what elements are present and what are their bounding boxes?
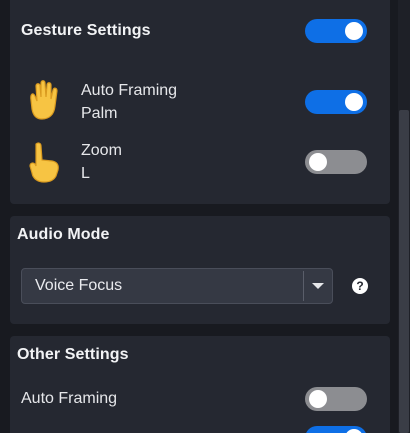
other-autoframing-label: Auto Framing: [21, 390, 118, 407]
gesture-settings-toggle[interactable]: [305, 19, 367, 43]
chevron-down-icon: [312, 283, 324, 289]
audio-mode-title: Audio Mode: [17, 226, 110, 243]
toggle-knob: [345, 429, 363, 433]
audio-mode-selected-value: Voice Focus: [35, 277, 123, 294]
gesture-item-autoframing-line1: Auto Framing: [81, 82, 178, 99]
settings-scroll-area: Gesture Settings Auto Framing Palm Zoom …: [0, 0, 398, 433]
other-autoframing-toggle[interactable]: [305, 387, 367, 411]
other-settings-title: Other Settings: [17, 346, 129, 363]
audio-mode-select[interactable]: Voice Focus: [21, 268, 333, 304]
toggle-knob: [309, 390, 327, 408]
toggle-knob: [345, 93, 363, 111]
help-icon[interactable]: ?: [352, 278, 368, 294]
gesture-item-zoom-line2: L: [81, 165, 90, 182]
gesture-autoframing-toggle[interactable]: [305, 90, 367, 114]
audio-mode-card: Audio Mode Voice Focus ?: [10, 216, 390, 324]
gesture-settings-title: Gesture Settings: [21, 22, 151, 39]
gesture-zoom-toggle[interactable]: [305, 150, 367, 174]
gesture-item-zoom-line1: Zoom: [81, 142, 122, 159]
raised-hand-emoji-icon: [30, 80, 58, 120]
select-divider: [303, 271, 304, 301]
gesture-item-autoframing-line2: Palm: [81, 105, 118, 122]
gesture-settings-card: Gesture Settings Auto Framing Palm Zoom …: [10, 0, 390, 204]
other-settings-card: Other Settings Auto Framing: [10, 336, 390, 433]
pointing-finger-emoji-icon: [29, 142, 59, 183]
other-setting-toggle[interactable]: [305, 426, 367, 433]
scrollbar[interactable]: [398, 0, 410, 433]
toggle-knob: [309, 153, 327, 171]
scrollbar-thumb[interactable]: [399, 110, 409, 433]
toggle-knob: [345, 22, 363, 40]
